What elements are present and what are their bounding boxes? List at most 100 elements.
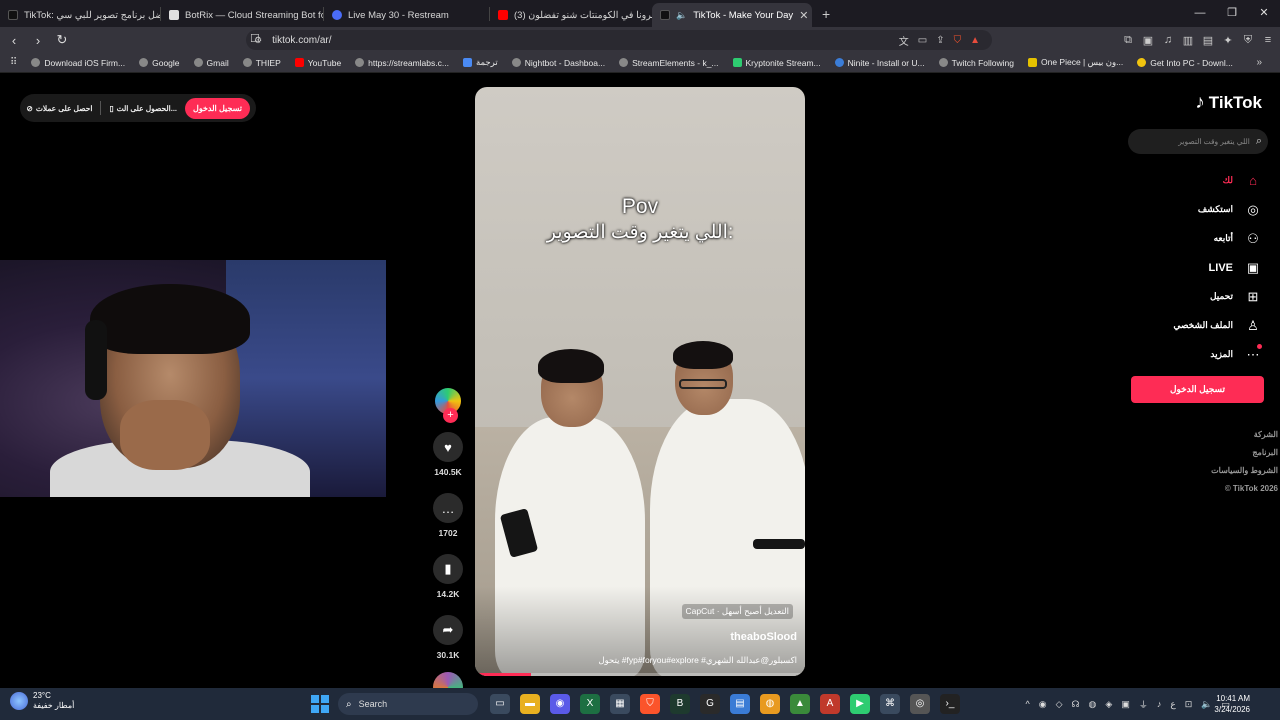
obs-icon[interactable]: ◎ [910, 694, 930, 714]
file-explorer-icon[interactable]: ▬ [520, 694, 540, 714]
creator-avatar[interactable]: + [433, 386, 463, 423]
vpn-icon[interactable]: ⛨ [1242, 34, 1254, 47]
acrobat-icon[interactable]: A [820, 694, 840, 714]
minimize-button[interactable]: — [1184, 0, 1216, 27]
app-controller-icon[interactable]: ⌘ [880, 694, 900, 714]
share-action[interactable]: ➦ 30.1K [430, 615, 466, 660]
github-icon[interactable]: G [700, 694, 720, 714]
tray-overflow-icon[interactable]: ^ [1026, 699, 1030, 709]
maximize-button[interactable]: ❐ [1216, 0, 1248, 27]
footer-terms-link[interactable]: الشروط والسياسات [1211, 466, 1278, 484]
store-icon[interactable]: ▦ [610, 694, 630, 714]
search-icon[interactable]: ⌕ [1256, 135, 1262, 148]
comment-icon[interactable]: … [433, 493, 463, 523]
tab-1[interactable]: BotRix — Cloud Streaming Bot for Tw [161, 3, 323, 27]
bookmark-item[interactable]: One Piece | ون بيس... [1028, 57, 1123, 68]
folder-icon[interactable]: ▤ [730, 694, 750, 714]
excel-icon[interactable]: X [580, 694, 600, 714]
footer-program-link[interactable]: البرنامج [1211, 448, 1278, 466]
nav-for-you[interactable]: لك ⌂ [1112, 166, 1262, 195]
audio-icon[interactable]: 🔈 [676, 10, 687, 21]
bookmark-item[interactable]: ترجمة [462, 57, 498, 68]
bookmark-item[interactable]: Google [139, 58, 180, 68]
nav-profile[interactable]: الملف الشخصي ♙ [1112, 311, 1262, 340]
video-progress-bar[interactable] [475, 673, 805, 676]
video-player[interactable]: Pov اللي يتغير وقت التصوير: CapCut · الت… [475, 87, 805, 676]
wallet-icon[interactable]: ▤ [1202, 34, 1214, 47]
search-bar[interactable]: ⌕ اللي يتغير وقت التصوير [1128, 129, 1268, 154]
terminal-icon[interactable]: ›_ [940, 694, 960, 714]
bookmark-item[interactable]: YouTube [294, 58, 341, 68]
bookmark-item[interactable]: Kryptonite Stream... [732, 58, 821, 68]
bookmark-icon[interactable]: ▮ [433, 554, 463, 584]
steam-icon[interactable]: ◍ [1089, 699, 1097, 710]
mic-icon[interactable]: ♪ [1157, 699, 1162, 709]
tray-app-icon[interactable]: ▣ [1121, 699, 1130, 710]
follow-plus-icon[interactable]: + [443, 408, 458, 423]
comment-action[interactable]: … 1702 [430, 493, 466, 538]
bookmark-item[interactable]: Download iOS Firm... [31, 58, 125, 68]
cast-icon[interactable]: ▭ [918, 35, 927, 46]
sidebar-icon[interactable]: ▥ [1182, 34, 1194, 47]
close-window-button[interactable]: ✕ [1248, 0, 1280, 27]
footer-company-link[interactable]: الشركة [1211, 430, 1278, 448]
tab-0[interactable]: TikTok: أفضل برنامج تصوير للبي سي | [0, 3, 160, 27]
bookmarks-overflow-icon[interactable]: » [1256, 57, 1262, 68]
forward-arrow-icon[interactable]: › [28, 33, 48, 48]
get-app-button[interactable]: ▯ الحصول على الت... [109, 104, 177, 113]
top-login-button[interactable]: تسجيل الدخول [185, 97, 250, 119]
share-icon[interactable]: ⇪ [936, 35, 944, 46]
share-arrow-icon[interactable]: ➦ [433, 615, 463, 645]
menu-icon[interactable]: ≡ [1262, 34, 1274, 46]
volume-icon[interactable]: 🔈 [1201, 699, 1212, 710]
close-tab-icon[interactable]: ✕ [799, 9, 808, 22]
tray-app-icon[interactable]: ◇ [1056, 699, 1063, 710]
bookmark-item[interactable]: THIEP [242, 58, 281, 68]
url-text[interactable]: tiktok.com/ar/ [272, 35, 331, 46]
back-arrow-icon[interactable]: ‹ [4, 33, 24, 48]
brave-rewards-icon[interactable]: ▲ [970, 35, 980, 46]
network-icon[interactable]: ⊡ [1185, 699, 1193, 710]
windows-start-icon[interactable] [311, 695, 329, 713]
tray-app-icon[interactable]: ◉ [1039, 699, 1047, 710]
weather-widget[interactable]: 23°C أمطار خفيفة [10, 691, 74, 711]
tray-app-icon[interactable]: ◈ [1105, 699, 1112, 710]
brave-shield-icon[interactable]: ⛉ [954, 35, 962, 46]
sidebar-login-button[interactable]: تسجيل الدخول [1131, 376, 1264, 403]
tab-3[interactable]: (3) خبرونا في الكومنتات شنو تفضلون [490, 3, 652, 27]
app-b-icon[interactable]: B [670, 694, 690, 714]
tab-2[interactable]: Live May 30 - Restream [324, 3, 489, 27]
language-icon[interactable]: ع [1170, 699, 1175, 710]
bookmark-star-icon[interactable]: ☐ [250, 32, 260, 45]
bookmark-item[interactable]: Twitch Following [938, 58, 1014, 68]
bookmark-item[interactable]: StreamElements - k_... [619, 58, 719, 68]
bookmark-item[interactable]: Nightbot - Dashboa... [511, 58, 605, 68]
bookmark-item[interactable]: https://streamlabs.c... [355, 58, 449, 68]
tiktok-logo[interactable]: ♪ TikTok [1195, 92, 1262, 114]
save-action[interactable]: ▮ 14.2K [430, 554, 466, 599]
translate-icon[interactable]: 文 [899, 33, 909, 48]
play-icon[interactable]: ▶ [850, 694, 870, 714]
apps-grid-icon[interactable]: ⠿ [10, 57, 17, 68]
capcut-tag[interactable]: CapCut · التعديل أصبح أسهل [681, 604, 793, 619]
task-view-icon[interactable]: ▭ [490, 694, 510, 714]
bookmark-item[interactable]: Get Into PC - Downl... [1137, 58, 1233, 68]
brave-icon[interactable]: ⛉ [640, 694, 660, 714]
media-icon[interactable]: ♫ [1162, 34, 1174, 46]
discord-icon[interactable]: ◉ [550, 694, 570, 714]
leo-ai-icon[interactable]: ✦ [1222, 34, 1234, 47]
like-action[interactable]: ♥ 140.5K [430, 432, 466, 477]
app-green-icon[interactable]: ▲ [790, 694, 810, 714]
nav-live[interactable]: LIVE ▣ [1112, 253, 1262, 282]
nav-more[interactable]: المزيد ⋯ [1112, 340, 1262, 369]
video-author[interactable]: theaboSlood [730, 631, 797, 643]
headset-icon[interactable]: ☊ [1072, 699, 1080, 710]
nav-following[interactable]: أتابعه ⚇ [1112, 224, 1262, 253]
bookmark-item[interactable]: Ninite - Install or U... [834, 58, 925, 68]
extensions-icon[interactable]: ⧉ [1122, 34, 1134, 47]
nav-upload[interactable]: تحميل ⊞ [1112, 282, 1262, 311]
get-coins-button[interactable]: ⊘ احصل على عملات [27, 104, 93, 113]
taskbar-search[interactable]: ⌕ Search [338, 693, 478, 715]
search-input[interactable]: اللي يتغير وقت التصوير [1134, 137, 1250, 146]
screenshot-icon[interactable]: ▣ [1142, 34, 1154, 47]
